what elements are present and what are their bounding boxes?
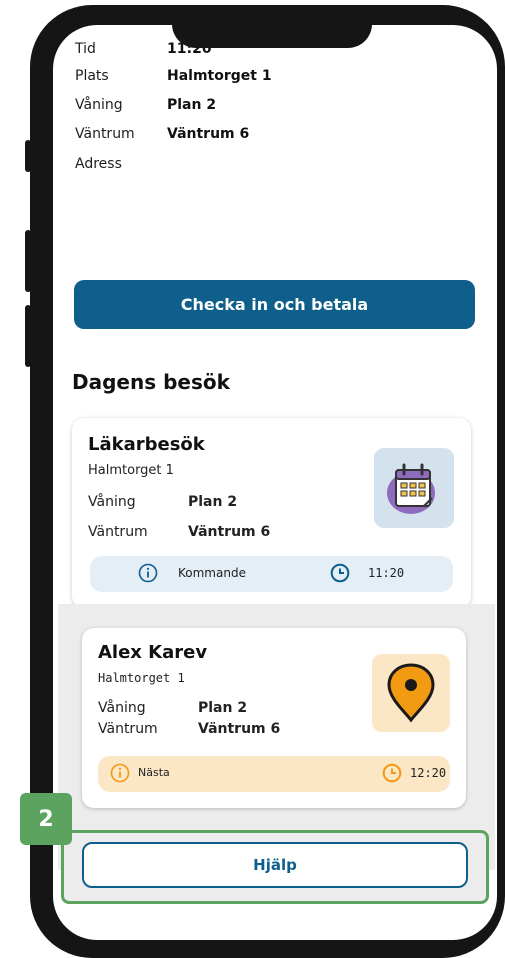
clock-icon <box>330 563 350 583</box>
clock-icon <box>382 763 402 783</box>
adress-label: Adress <box>75 156 122 172</box>
help-button[interactable]: Hjälp <box>82 842 468 888</box>
visit-title: Läkarbesök <box>88 434 205 455</box>
visit-card-alex-karev[interactable]: Alex Karev Halmtorget 1 Våning Plan 2 Vä… <box>82 628 466 808</box>
phone-volume-down-button <box>25 305 31 367</box>
visit-time: 12:20 <box>410 766 447 780</box>
phone-side-button <box>25 140 31 172</box>
visit-floor-value: Plan 2 <box>198 700 248 716</box>
info-icon <box>110 763 130 783</box>
visit-floor-label: Våning <box>98 700 146 716</box>
info-icon <box>138 563 158 583</box>
visit-location: Halmtorget 1 <box>98 671 185 685</box>
vaning-label: Våning <box>75 97 123 113</box>
vantrum-value: Väntrum 6 <box>167 126 250 142</box>
vantrum-label: Väntrum <box>75 126 135 142</box>
visit-status-text: Kommande <box>178 566 246 580</box>
visit-room-value: Väntrum 6 <box>188 524 271 540</box>
visit-room-label: Väntrum <box>88 524 148 540</box>
location-pin-icon <box>372 654 450 732</box>
section-title-todays-visits: Dagens besök <box>72 370 230 394</box>
visit-floor-label: Våning <box>88 494 136 510</box>
visit-time: 11:20 <box>368 566 405 580</box>
visit-location: Halmtorget 1 <box>88 463 174 478</box>
visit-floor-value: Plan 2 <box>188 494 238 510</box>
visit-room-value: Väntrum 6 <box>198 721 281 737</box>
visit-title: Alex Karev <box>98 642 208 663</box>
phone-notch <box>172 5 372 48</box>
checkin-pay-button[interactable]: Checka in och betala <box>74 280 475 329</box>
plats-label: Plats <box>75 68 109 84</box>
tid-label: Tid <box>75 41 96 57</box>
visit-status-bar: Nästa 12:20 <box>98 756 450 792</box>
plats-value: Halmtorget 1 <box>167 68 272 84</box>
visit-status-bar: Kommande 11:20 <box>90 556 453 592</box>
calendar-icon <box>374 448 454 528</box>
visit-status-text: Nästa <box>138 766 170 779</box>
visit-room-label: Väntrum <box>98 721 158 737</box>
visit-card-lakarbesok[interactable]: Läkarbesök Halmtorget 1 Våning Plan 2 Vä… <box>72 418 471 608</box>
vaning-value: Plan 2 <box>167 97 217 113</box>
step-number-badge: 2 <box>20 793 72 845</box>
phone-volume-up-button <box>25 230 31 292</box>
